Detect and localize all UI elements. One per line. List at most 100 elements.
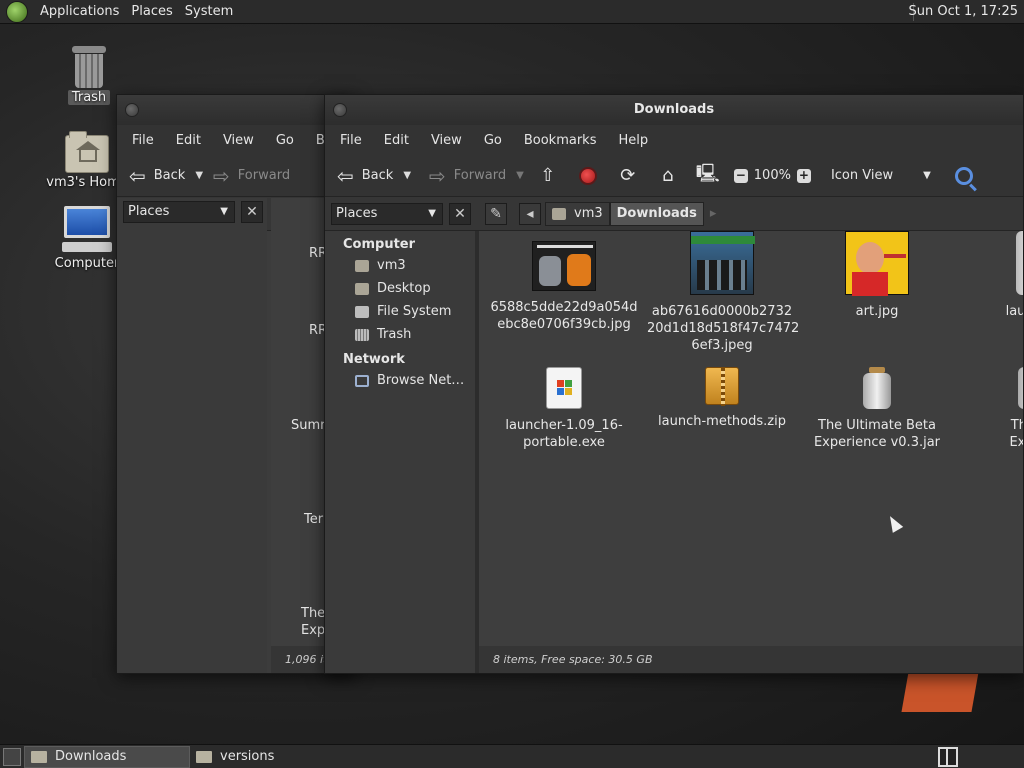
- back-label: Back: [153, 168, 186, 183]
- sidebar-places-combo[interactable]: Places ▼: [331, 202, 443, 225]
- sidebar-item-browse-network[interactable]: Browse Net…: [325, 369, 475, 392]
- view-mode-label: Icon View: [830, 168, 894, 183]
- forward-button[interactable]: ⇨ Forward: [423, 161, 512, 191]
- file-name: The Ultimate Beta: [818, 418, 936, 433]
- file-item[interactable]: 6588c5dde22d9a054d ebc8e0706f39cb.jpg: [489, 241, 639, 333]
- sidebar-item-desktop[interactable]: Desktop: [325, 277, 475, 300]
- search-icon[interactable]: [954, 166, 973, 185]
- wallpaper-accent: [901, 672, 979, 712]
- system-menu[interactable]: System: [179, 4, 239, 19]
- file-item[interactable]: ab67616d0000b2732 20d1d18d518f47c7472 6e…: [647, 231, 799, 354]
- sidebar-item-trash[interactable]: Trash: [325, 323, 475, 346]
- sidebar-places-combo[interactable]: Places ▼: [123, 201, 235, 223]
- sidebar-item-vm3[interactable]: vm3: [325, 254, 475, 277]
- menu-go[interactable]: Go: [473, 133, 513, 148]
- menu-file[interactable]: File: [121, 133, 165, 148]
- menu-view[interactable]: View: [212, 133, 265, 148]
- view-mode-select[interactable]: Icon View ▼: [831, 168, 931, 183]
- menu-view[interactable]: View: [420, 133, 473, 148]
- file-name: launch-methods.zip: [658, 414, 786, 429]
- places-menu[interactable]: Places: [125, 4, 178, 19]
- forward-arrow-icon: ⇨: [213, 163, 230, 188]
- zip-icon: [705, 367, 739, 406]
- clock[interactable]: Sun Oct 1, 17:25: [909, 4, 1018, 19]
- menu-edit[interactable]: Edit: [165, 133, 212, 148]
- back-history-dropdown[interactable]: ▼: [399, 170, 415, 181]
- filesystem-icon: [355, 305, 369, 318]
- file-name: The Ult: [1010, 418, 1023, 433]
- taskbar-item-downloads[interactable]: Downloads: [24, 745, 190, 768]
- workspace-switcher[interactable]: [938, 747, 958, 767]
- breadcrumb-downloads[interactable]: Downloads: [609, 201, 704, 226]
- statusbar: 8 items, Free space: 30.5 GB: [479, 646, 1023, 673]
- downloads-file-manager-window[interactable]: Downloads File Edit View Go Bookmarks He…: [324, 94, 1024, 674]
- task-label: Downloads: [55, 749, 127, 764]
- menu-file[interactable]: File: [329, 133, 373, 148]
- bottom-panel: Downloads versions: [0, 744, 1024, 768]
- home-icon[interactable]: ⌂: [657, 165, 679, 187]
- sidebar-item-filesystem[interactable]: File System: [325, 300, 475, 323]
- file-item[interactable]: The Ultimate Beta Experience v0.3.jar: [802, 367, 952, 451]
- stop-button[interactable]: [577, 165, 599, 187]
- content-area[interactable]: 6588c5dde22d9a054d ebc8e0706f39cb.jpg ab…: [479, 231, 1023, 646]
- back-label: Back: [361, 168, 394, 183]
- forward-button[interactable]: ⇨ Forward: [207, 161, 296, 191]
- back-button[interactable]: ⇦ Back: [331, 161, 399, 191]
- back-arrow-icon: ⇦: [337, 163, 354, 188]
- path-left-arrow-button[interactable]: ◂: [519, 202, 541, 225]
- window-titlebar[interactable]: Downloads: [325, 95, 1023, 125]
- file-name: art.jpg: [855, 304, 899, 319]
- stop-icon: [578, 166, 597, 185]
- edit-location-button[interactable]: ✎: [485, 202, 507, 225]
- file-name: Experience v0.3.jar: [813, 435, 941, 450]
- window-titlebar[interactable]: [117, 95, 355, 125]
- file-item[interactable]: The Ult Experie: [959, 367, 1023, 451]
- folder-icon: [31, 750, 47, 763]
- sidebar-section-network: Network: [343, 352, 405, 367]
- file-item[interactable]: launcher: [959, 231, 1023, 320]
- up-arrow-icon[interactable]: ⇧: [537, 165, 559, 187]
- applications-menu[interactable]: Applications: [34, 4, 125, 19]
- forward-label: Forward: [237, 168, 291, 183]
- window-close-button[interactable]: [125, 103, 139, 117]
- menu-go[interactable]: Go: [265, 133, 305, 148]
- folder-icon: [196, 750, 212, 763]
- zoom-in-button[interactable]: +: [796, 168, 811, 183]
- forward-history-dropdown[interactable]: ▼: [512, 170, 528, 181]
- taskbar-item-versions[interactable]: versions: [190, 746, 356, 768]
- sidebar-item-label: File System: [377, 304, 452, 319]
- back-file-manager-window[interactable]: File Edit View Go Boo ⇦ Back ▼ ⇨ Forward P…: [116, 94, 356, 674]
- menu-bookmarks[interactable]: Bookmarks: [513, 133, 608, 148]
- computer-icon[interactable]: 🖳: [696, 163, 720, 187]
- image-thumbnail-icon: [532, 241, 596, 291]
- jar-icon: [861, 367, 893, 409]
- file-label-fragment: Ter: [304, 512, 324, 527]
- menubar: File Edit View Go Bookmarks Help: [325, 125, 1023, 155]
- file-item[interactable]: launcher-1.09_16- portable.exe: [489, 367, 639, 451]
- breadcrumb-vm3[interactable]: vm3: [545, 201, 610, 226]
- toolbar: ⇦ Back ▼ ⇨ Forward: [117, 155, 355, 197]
- menu-help[interactable]: Help: [607, 133, 659, 148]
- sidebar-item-label: Trash: [377, 327, 412, 342]
- window-close-button[interactable]: [333, 103, 347, 117]
- sidebar-item-label: Browse Net…: [377, 373, 465, 388]
- sidebar-close-button[interactable]: ✕: [241, 201, 263, 223]
- home-icon: [552, 207, 566, 220]
- sidebar-close-button[interactable]: ✕: [449, 202, 471, 225]
- forward-label: Forward: [453, 168, 507, 183]
- back-button[interactable]: ⇦ Back: [123, 161, 191, 191]
- back-history-dropdown[interactable]: ▼: [191, 170, 207, 181]
- menu-edit[interactable]: Edit: [373, 133, 420, 148]
- zoom-level: 100%: [753, 168, 791, 183]
- home-icon: [355, 259, 369, 272]
- combo-label: Places: [128, 204, 170, 219]
- file-item[interactable]: launch-methods.zip: [647, 367, 797, 430]
- desktop-icon: [355, 282, 369, 295]
- distro-logo-icon[interactable]: [6, 0, 28, 23]
- file-item[interactable]: art.jpg: [802, 231, 952, 320]
- zoom-out-button[interactable]: −: [733, 168, 748, 183]
- show-desktop-button[interactable]: [3, 747, 21, 766]
- reload-icon[interactable]: ⟳: [617, 165, 639, 187]
- path-right-arrow-icon[interactable]: ▸: [710, 206, 717, 221]
- exe-icon: [546, 367, 582, 409]
